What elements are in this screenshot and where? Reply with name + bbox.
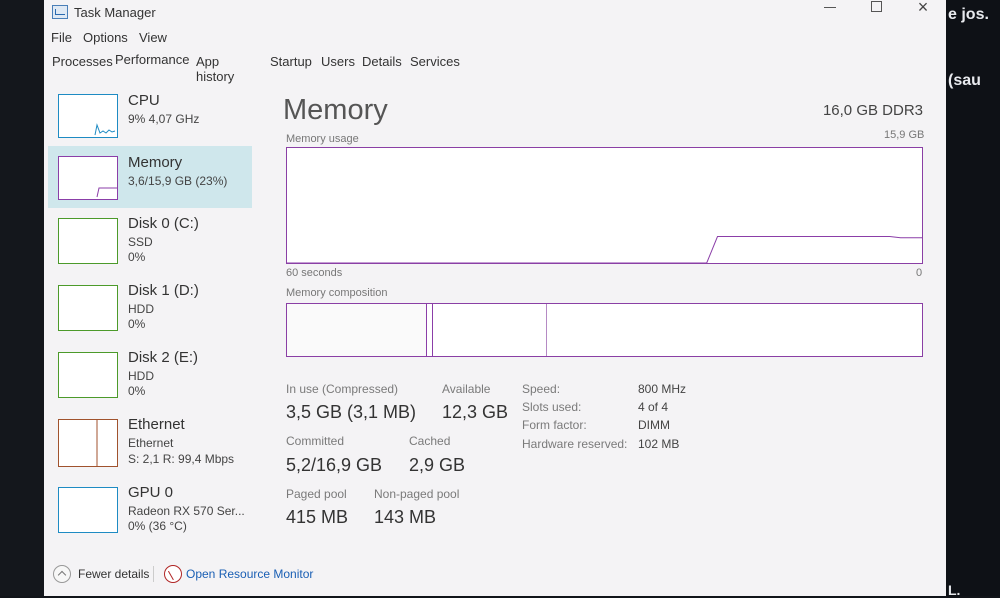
composition-free-segment bbox=[547, 304, 921, 356]
sidebar-item-disk-1[interactable]: Disk 1 (D:) HDD 0% bbox=[48, 280, 252, 342]
paged-pool-value: 415 MB bbox=[286, 507, 349, 527]
gpu-thumbnail-graph bbox=[58, 487, 118, 533]
paged-pool-label: Paged pool bbox=[286, 487, 347, 501]
desktop-background-left bbox=[0, 0, 44, 596]
cpu-thumbnail-graph bbox=[58, 94, 118, 138]
spec-speed-label: Speed: bbox=[522, 382, 561, 396]
sidebar-item-usage: 0% bbox=[128, 384, 146, 398]
chevron-up-icon[interactable] bbox=[53, 565, 71, 583]
available-value: 12,3 GB bbox=[442, 402, 509, 422]
menu-view[interactable]: View bbox=[139, 30, 167, 45]
sidebar-item-usage: 0% (36 °C) bbox=[128, 519, 187, 533]
minimize-icon bbox=[824, 7, 836, 8]
memory-usage-graph bbox=[286, 147, 923, 264]
menu-file[interactable]: File bbox=[51, 30, 72, 45]
minimize-button[interactable] bbox=[811, 0, 851, 22]
in-use-value: 3,5 GB (3,1 MB) bbox=[286, 402, 417, 422]
fewer-details-link[interactable]: Fewer details bbox=[78, 567, 149, 581]
sidebar-item-detail: Ethernet bbox=[128, 436, 174, 450]
sidebar-item-detail: 9% 4,07 GHz bbox=[128, 112, 200, 126]
background-text: e jos. bbox=[948, 6, 989, 23]
sidebar-item-detail: Radeon RX 570 Ser... bbox=[128, 504, 245, 518]
spec-form-factor-label: Form factor: bbox=[522, 418, 587, 432]
sidebar-item-title: Memory bbox=[128, 154, 183, 171]
sidebar-item-title: GPU 0 bbox=[128, 484, 174, 501]
window-title: Task Manager bbox=[74, 5, 156, 20]
memory-usage-label: Memory usage bbox=[286, 133, 359, 145]
sidebar-item-ethernet[interactable]: Ethernet Ethernet S: 2,1 R: 99,4 Mbps bbox=[48, 414, 252, 476]
tab-processes[interactable]: Processes bbox=[52, 54, 113, 69]
sidebar-item-usage: 0% bbox=[128, 250, 146, 264]
sidebar-item-detail: HDD bbox=[128, 369, 154, 383]
sidebar-item-title: Disk 2 (E:) bbox=[128, 349, 199, 366]
in-use-label: In use (Compressed) bbox=[286, 382, 399, 396]
spec-slots-value: 4 of 4 bbox=[638, 400, 669, 414]
resource-monitor-icon[interactable] bbox=[164, 565, 182, 583]
tab-services[interactable]: Services bbox=[410, 54, 460, 69]
cached-label: Cached bbox=[409, 434, 451, 448]
open-resource-monitor-link[interactable]: Open Resource Monitor bbox=[186, 567, 313, 581]
sidebar-item-cpu[interactable]: CPU 9% 4,07 GHz bbox=[48, 90, 252, 152]
background-window-right: e jos. (sau L. bbox=[946, 0, 1000, 598]
footer-divider bbox=[153, 566, 154, 582]
tab-details[interactable]: Details bbox=[362, 54, 402, 69]
disk-thumbnail-graph bbox=[58, 285, 118, 331]
sidebar-item-detail: 3,6/15,9 GB (23%) bbox=[128, 174, 228, 188]
sidebar-item-detail: SSD bbox=[128, 235, 153, 249]
footer: Fewer details Open Resource Monitor bbox=[44, 562, 946, 590]
close-button[interactable]: × bbox=[903, 0, 943, 22]
maximize-button[interactable] bbox=[857, 0, 897, 22]
non-paged-pool-value: 143 MB bbox=[374, 507, 437, 527]
spec-speed-value: 800 MHz bbox=[638, 382, 687, 396]
available-label: Available bbox=[442, 382, 491, 396]
maximize-icon bbox=[871, 1, 882, 12]
committed-label: Committed bbox=[286, 434, 345, 448]
memory-composition-label: Memory composition bbox=[286, 287, 388, 299]
task-manager-icon bbox=[52, 5, 68, 19]
committed-value: 5,2/16,9 GB bbox=[286, 455, 383, 475]
menu-options[interactable]: Options bbox=[83, 30, 128, 45]
memory-capacity: 16,0 GB DDR3 bbox=[822, 102, 923, 119]
memory-thumbnail-graph bbox=[58, 156, 118, 200]
graph-time-left-label: 60 seconds bbox=[286, 267, 343, 279]
memory-usage-max: 15,9 GB bbox=[884, 129, 925, 141]
tab-users[interactable]: Users bbox=[321, 54, 355, 69]
task-manager-window: Task Manager × File Options View Process… bbox=[44, 0, 946, 596]
cached-value: 2,9 GB bbox=[409, 455, 466, 475]
ethernet-thumbnail-graph bbox=[58, 419, 118, 467]
graph-time-right-label: 0 bbox=[916, 267, 923, 279]
sidebar-item-title: Disk 0 (C:) bbox=[128, 215, 199, 232]
sidebar-item-throughput: S: 2,1 R: 99,4 Mbps bbox=[128, 452, 235, 466]
sidebar-item-disk-2[interactable]: Disk 2 (E:) HDD 0% bbox=[48, 347, 252, 409]
tab-performance[interactable]: Performance bbox=[115, 52, 189, 67]
background-text: (sau bbox=[948, 72, 981, 89]
sidebar-item-title: Disk 1 (D:) bbox=[128, 282, 199, 299]
page-title: Memory bbox=[283, 94, 388, 126]
spec-hardware-reserved-value: 102 MB bbox=[638, 437, 680, 451]
memory-composition-bar bbox=[286, 303, 923, 357]
composition-in-use-segment bbox=[287, 304, 427, 356]
sidebar-item-memory[interactable]: Memory 3,6/15,9 GB (23%) bbox=[48, 146, 252, 208]
memory-usage-svg bbox=[287, 236, 922, 264]
sidebar-item-gpu-0[interactable]: GPU 0 Radeon RX 570 Ser... 0% (36 °C) bbox=[48, 482, 252, 544]
memory-usage-line bbox=[287, 236, 922, 264]
disk-thumbnail-graph bbox=[58, 218, 118, 264]
spec-hardware-reserved-label: Hardware reserved: bbox=[522, 437, 628, 451]
tab-startup[interactable]: Startup bbox=[270, 54, 312, 69]
tab-app-history[interactable]: App history bbox=[196, 54, 234, 84]
sidebar-item-usage: 0% bbox=[128, 317, 146, 331]
spec-slots-label: Slots used: bbox=[522, 400, 582, 414]
sidebar-item-detail: HDD bbox=[128, 302, 154, 316]
sidebar-item-title: CPU bbox=[128, 92, 160, 109]
spec-form-factor-value: DIMM bbox=[638, 418, 670, 432]
sidebar-item-title: Ethernet bbox=[128, 416, 185, 433]
title-bar[interactable]: Task Manager × bbox=[44, 0, 946, 26]
non-paged-pool-label: Non-paged pool bbox=[374, 487, 460, 501]
disk-thumbnail-graph bbox=[58, 352, 118, 398]
sidebar-item-disk-0[interactable]: Disk 0 (C:) SSD 0% bbox=[48, 213, 252, 275]
composition-standby-segment bbox=[433, 304, 547, 356]
